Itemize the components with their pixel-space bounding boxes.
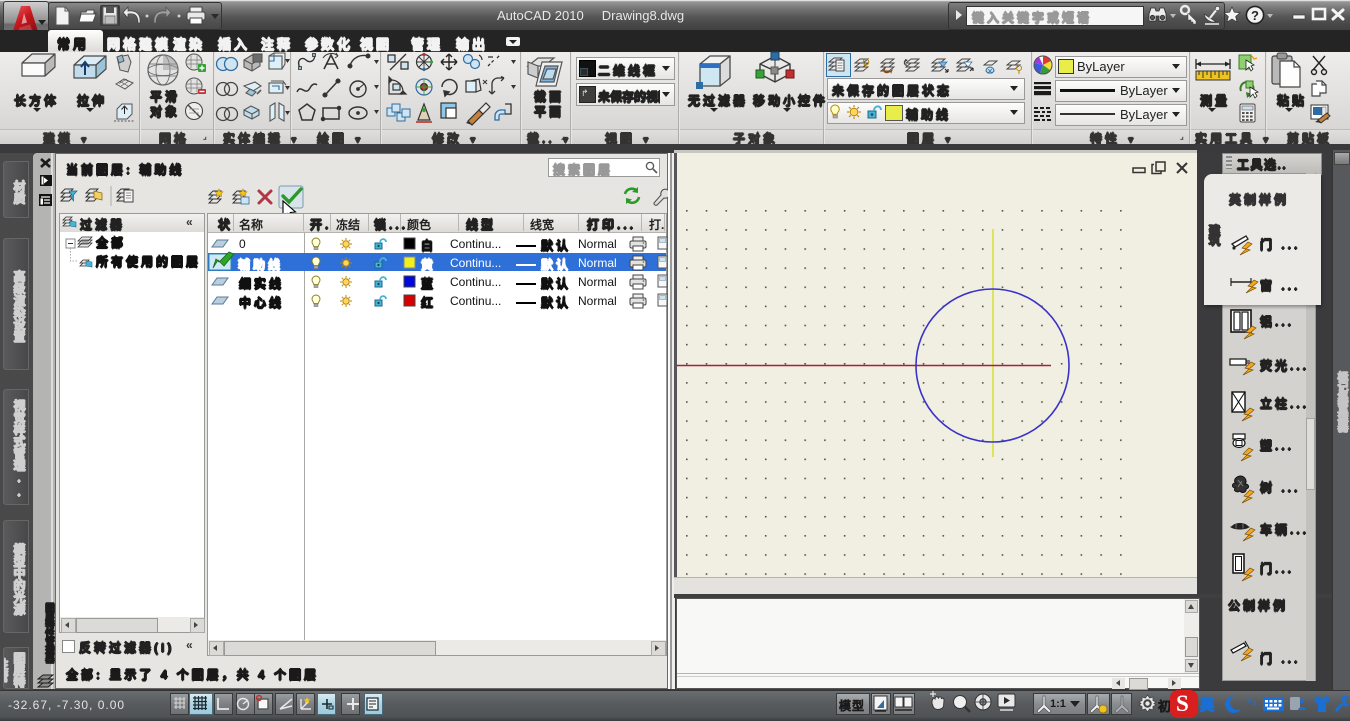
svg-text:?: ? (1251, 8, 1259, 23)
